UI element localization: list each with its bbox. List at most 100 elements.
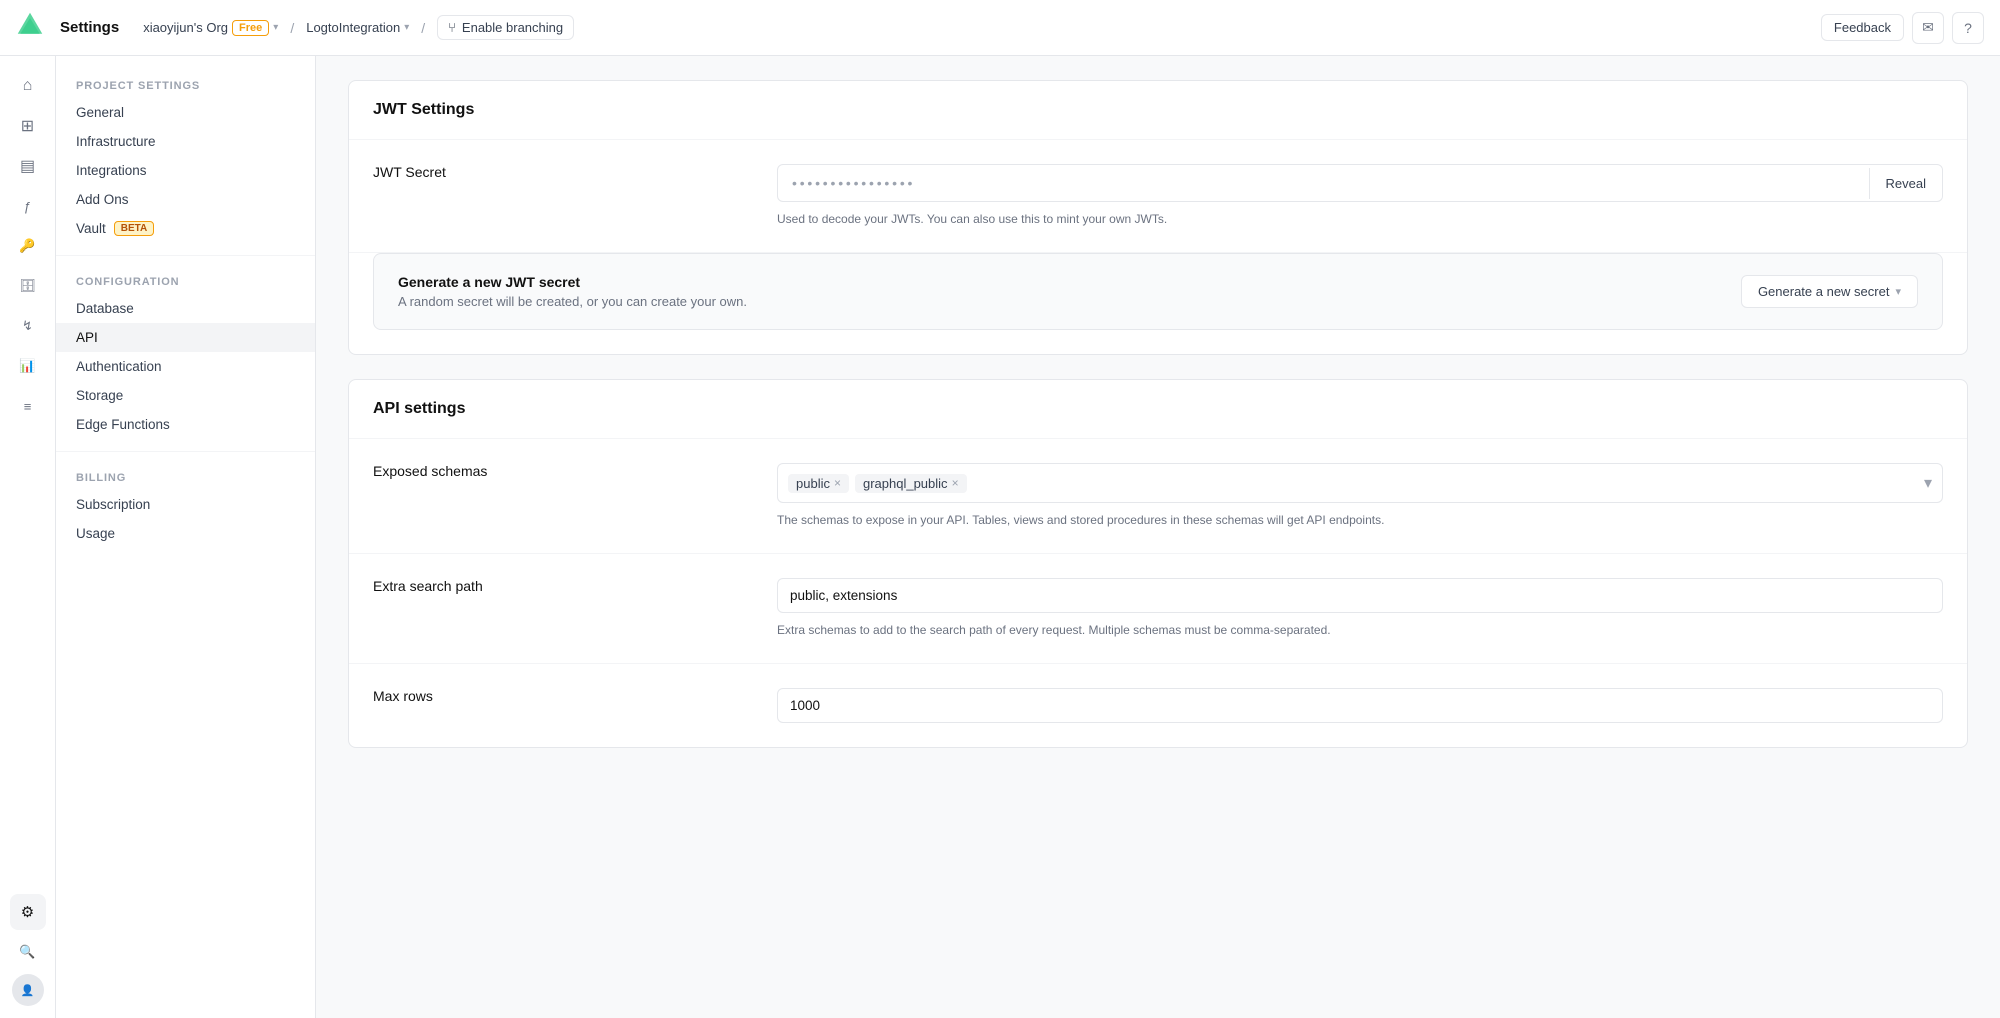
main-content: JWT Settings JWT Secret Reveal Used to d… bbox=[316, 56, 2000, 1018]
branch-button[interactable]: ⑂ Enable branching bbox=[437, 15, 574, 40]
app-title: Settings bbox=[60, 19, 119, 36]
logo bbox=[16, 11, 44, 44]
jwt-secret-label: JWT Secret bbox=[373, 164, 753, 180]
exposed-schemas-hint: The schemas to expose in your API. Table… bbox=[777, 511, 1943, 529]
api-settings-card: API settings Exposed schemas public × gr… bbox=[348, 379, 1968, 748]
max-rows-control-col bbox=[777, 688, 1943, 723]
generate-secret-panel: Generate a new JWT secret A random secre… bbox=[373, 253, 1943, 330]
tag-public-label: public bbox=[796, 476, 830, 491]
tag-public-remove[interactable]: × bbox=[834, 477, 841, 489]
nav-reports[interactable]: 📊 bbox=[10, 348, 46, 384]
jwt-secret-input[interactable] bbox=[778, 165, 1869, 201]
nav-search[interactable]: 🔍 bbox=[10, 934, 46, 970]
tag-graphql-public-label: graphql_public bbox=[863, 476, 948, 491]
nav-storage[interactable]: 🗄 bbox=[10, 268, 46, 304]
nav-avatar[interactable]: 👤 bbox=[12, 974, 44, 1006]
editor-icon: ▤ bbox=[20, 156, 35, 176]
jwt-card-header: JWT Settings bbox=[349, 81, 1967, 140]
sidebar-divider-1 bbox=[56, 255, 315, 256]
plan-badge: Free bbox=[232, 20, 269, 36]
separator-1: / bbox=[290, 20, 294, 36]
reveal-button[interactable]: Reveal bbox=[1869, 168, 1942, 199]
settings-icon: ⚙ bbox=[21, 903, 34, 921]
sidebar-item-general[interactable]: General bbox=[56, 98, 315, 127]
project-name: LogtoIntegration bbox=[306, 20, 400, 35]
nav-auth[interactable]: 🔑 bbox=[10, 228, 46, 264]
tag-graphql-public: graphql_public × bbox=[855, 474, 967, 493]
exposed-schemas-control-col: public × graphql_public × ▾ The schemas … bbox=[777, 463, 1943, 529]
generate-secret-label: Generate a new secret bbox=[1758, 284, 1890, 299]
schemas-chevron-icon: ▾ bbox=[1924, 473, 1932, 493]
home-icon: ⌂ bbox=[23, 77, 33, 95]
sidebar-item-integrations[interactable]: Integrations bbox=[56, 156, 315, 185]
separator-2: / bbox=[421, 20, 425, 36]
generate-panel-title: Generate a new JWT secret bbox=[398, 274, 747, 290]
jwt-settings-card: JWT Settings JWT Secret Reveal Used to d… bbox=[348, 80, 1968, 355]
vault-badge: BETA bbox=[114, 221, 154, 236]
sidebar-item-database[interactable]: Database bbox=[56, 294, 315, 323]
api-card-header: API settings bbox=[349, 380, 1967, 439]
jwt-card-title: JWT Settings bbox=[373, 101, 1943, 119]
org-chevron-icon: ▾ bbox=[273, 22, 278, 33]
function-icon: ƒ bbox=[24, 199, 31, 214]
feedback-button[interactable]: Feedback bbox=[1821, 14, 1904, 41]
nav-editor[interactable]: ▤ bbox=[10, 148, 46, 184]
org-selector[interactable]: xiaoyijun's Org Free ▾ bbox=[143, 20, 278, 36]
jwt-secret-input-wrapper: Reveal bbox=[777, 164, 1943, 202]
sidebar-item-authentication[interactable]: Authentication bbox=[56, 352, 315, 381]
storage-icon: 🗄 bbox=[19, 278, 36, 294]
generate-panel-text: Generate a new JWT secret A random secre… bbox=[398, 274, 747, 309]
generate-secret-button[interactable]: Generate a new secret ▾ bbox=[1741, 275, 1918, 308]
nav-function[interactable]: ƒ bbox=[10, 188, 46, 224]
extra-search-path-label-col: Extra search path bbox=[373, 578, 753, 594]
jwt-secret-hint: Used to decode your JWTs. You can also u… bbox=[777, 210, 1943, 228]
extra-search-path-hint: Extra schemas to add to the search path … bbox=[777, 621, 1943, 639]
tag-graphql-remove[interactable]: × bbox=[952, 477, 959, 489]
help-icon: ? bbox=[1964, 20, 1972, 36]
extra-search-path-input[interactable] bbox=[777, 578, 1943, 613]
sidebar-item-usage[interactable]: Usage bbox=[56, 519, 315, 548]
topbar: Settings xiaoyijun's Org Free ▾ / LogtoI… bbox=[0, 0, 2000, 56]
avatar-icon: 👤 bbox=[21, 984, 35, 997]
jwt-secret-label-col: JWT Secret bbox=[373, 164, 753, 180]
sidebar-item-addons[interactable]: Add Ons bbox=[56, 185, 315, 214]
search-icon: 🔍 bbox=[19, 944, 35, 960]
sidebar-item-edge-functions[interactable]: Edge Functions bbox=[56, 410, 315, 439]
project-settings-section-label: PROJECT SETTINGS bbox=[56, 72, 315, 98]
exposed-schemas-row: Exposed schemas public × graphql_public … bbox=[349, 439, 1967, 553]
project-chevron-icon: ▾ bbox=[404, 22, 409, 33]
logs-icon: ≡ bbox=[24, 399, 32, 414]
sidebar-item-api[interactable]: API bbox=[56, 323, 315, 352]
mail-icon: ✉ bbox=[1922, 19, 1934, 36]
nav-table[interactable]: ⊞ bbox=[10, 108, 46, 144]
nav-settings[interactable]: ⚙ bbox=[10, 894, 46, 930]
table-icon: ⊞ bbox=[21, 116, 34, 136]
sidebar-item-vault[interactable]: Vault BETA bbox=[56, 214, 315, 243]
sidebar-item-storage[interactable]: Storage bbox=[56, 381, 315, 410]
sidebar: PROJECT SETTINGS General Infrastructure … bbox=[56, 56, 316, 1018]
exposed-schemas-select[interactable]: public × graphql_public × ▾ bbox=[777, 463, 1943, 503]
nav-home[interactable]: ⌂ bbox=[10, 68, 46, 104]
realtime-icon: ↯ bbox=[22, 318, 33, 334]
project-selector[interactable]: LogtoIntegration ▾ bbox=[306, 20, 409, 35]
max-rows-row: Max rows bbox=[349, 664, 1967, 747]
configuration-section-label: CONFIGURATION bbox=[56, 268, 315, 294]
sidebar-item-subscription[interactable]: Subscription bbox=[56, 490, 315, 519]
sidebar-item-infrastructure[interactable]: Infrastructure bbox=[56, 127, 315, 156]
help-button[interactable]: ? bbox=[1952, 12, 1984, 44]
chevron-down-icon: ▾ bbox=[1895, 285, 1901, 298]
max-rows-label-col: Max rows bbox=[373, 688, 753, 704]
billing-section-label: BILLING bbox=[56, 464, 315, 490]
mail-button[interactable]: ✉ bbox=[1912, 12, 1944, 44]
max-rows-input[interactable] bbox=[777, 688, 1943, 723]
reports-icon: 📊 bbox=[19, 358, 35, 374]
jwt-secret-control-col: Reveal Used to decode your JWTs. You can… bbox=[777, 164, 1943, 228]
generate-panel-desc: A random secret will be created, or you … bbox=[398, 294, 747, 309]
extra-search-path-label: Extra search path bbox=[373, 578, 753, 594]
max-rows-label: Max rows bbox=[373, 688, 753, 704]
nav-realtime[interactable]: ↯ bbox=[10, 308, 46, 344]
exposed-schemas-label-col: Exposed schemas bbox=[373, 463, 753, 479]
tag-public: public × bbox=[788, 474, 849, 493]
nav-logs[interactable]: ≡ bbox=[10, 388, 46, 424]
api-card-title: API settings bbox=[373, 400, 1943, 418]
